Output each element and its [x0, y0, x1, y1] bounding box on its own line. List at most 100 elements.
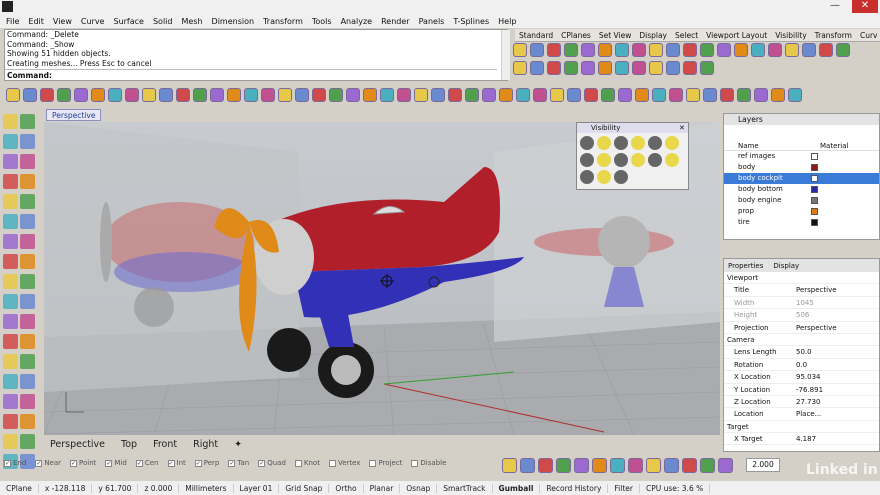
checkbox[interactable]: ✓ [35, 459, 43, 467]
toolbar-tool-icon[interactable] [666, 43, 680, 57]
checkbox[interactable]: ✓ [228, 459, 236, 467]
toolbar-tab-viewportlayout[interactable]: Viewport Layout [706, 31, 767, 40]
checkbox[interactable] [294, 459, 302, 467]
toolbar-tool-icon[interactable] [57, 87, 71, 102]
layer-row[interactable]: tire [724, 217, 879, 228]
toolbar-tab-visibility[interactable]: Visibility [775, 31, 806, 40]
menu-item-analyze[interactable]: Analyze [341, 17, 373, 26]
left-tool-icon[interactable] [20, 274, 35, 289]
toolbar-tool-icon[interactable] [632, 43, 646, 57]
osnap-disable[interactable]: Disable [411, 459, 446, 467]
toolbar-tool-icon[interactable] [547, 61, 561, 75]
toolbar-tool-icon[interactable] [227, 87, 241, 102]
layer-color-swatch[interactable] [811, 175, 818, 182]
toolbar-tool-icon[interactable] [530, 61, 544, 75]
visibility-panel-title[interactable]: Visibility [577, 123, 688, 133]
osnap-point[interactable]: ✓ Point [70, 459, 96, 467]
osnap-toggle[interactable]: Osnap [400, 483, 438, 493]
viewport-title-label[interactable]: Perspective [46, 109, 102, 121]
property-value[interactable]: 1045 [794, 297, 862, 309]
toolbar-tool-icon[interactable] [734, 43, 748, 57]
toolbar-tool-icon[interactable] [720, 87, 734, 102]
left-tool-icon[interactable] [20, 114, 35, 129]
left-tool-icon[interactable] [3, 354, 18, 369]
layers-col-name[interactable]: Name [738, 141, 759, 151]
toolbar-tool-icon[interactable] [785, 43, 799, 57]
toolbar-tool-icon[interactable] [592, 457, 607, 473]
toolbar-tab-standard[interactable]: Standard [519, 31, 553, 40]
toolbar-tool-icon[interactable] [329, 87, 343, 102]
left-tool-icon[interactable] [3, 194, 18, 209]
command-scrollbar[interactable] [501, 30, 510, 80]
toolbar-tool-icon[interactable] [598, 43, 612, 57]
toolbar-tool-icon[interactable] [513, 43, 527, 57]
menu-item-file[interactable]: File [6, 17, 19, 26]
toolbar-tool-icon[interactable] [538, 457, 553, 473]
left-tool-icon[interactable] [20, 254, 35, 269]
osnap-near[interactable]: ✓ Near [35, 459, 61, 467]
property-value[interactable]: 0.0 [794, 359, 862, 371]
toolbar-tool-icon[interactable] [278, 87, 292, 102]
left-tool-icon[interactable] [20, 134, 35, 149]
toolbar-tool-icon[interactable] [581, 61, 595, 75]
toolbar-tool-icon[interactable] [718, 457, 733, 473]
toolbar-tool-icon[interactable] [564, 43, 578, 57]
toolbar-tool-icon[interactable] [499, 87, 513, 102]
visibility-tool-icon[interactable] [648, 136, 662, 150]
toolbar-tool-icon[interactable] [751, 43, 765, 57]
toolbar-tab-cplanes[interactable]: CPlanes [561, 31, 591, 40]
checkbox[interactable] [369, 459, 377, 467]
menu-item-tools[interactable]: Tools [312, 17, 332, 26]
toolbar-tool-icon[interactable] [615, 61, 629, 75]
toolbar-tool-icon[interactable] [564, 61, 578, 75]
toolbar-tool-icon[interactable] [584, 87, 598, 102]
visibility-tool-icon[interactable] [580, 136, 594, 150]
toolbar-tool-icon[interactable] [700, 61, 714, 75]
left-tool-icon[interactable] [20, 154, 35, 169]
left-tool-icon[interactable] [20, 434, 35, 449]
toolbar-tool-icon[interactable] [482, 87, 496, 102]
visibility-tool-icon[interactable] [597, 153, 611, 167]
toolbar-tool-icon[interactable] [142, 87, 156, 102]
visibility-tool-icon[interactable] [665, 136, 679, 150]
toolbar-tool-icon[interactable] [295, 87, 309, 102]
toolbar-tool-icon[interactable] [159, 87, 173, 102]
menu-item-edit[interactable]: Edit [28, 17, 44, 26]
zoom-value-field[interactable]: 2.000 [746, 458, 780, 472]
menu-item-surface[interactable]: Surface [113, 17, 143, 26]
layer-row[interactable]: ref images [724, 151, 879, 162]
left-tool-icon[interactable] [3, 314, 18, 329]
visibility-tool-icon[interactable] [580, 153, 594, 167]
property-value[interactable]: 27.730 [794, 396, 862, 408]
left-tool-icon[interactable] [3, 214, 18, 229]
left-tool-icon[interactable] [3, 334, 18, 349]
toolbar-tool-icon[interactable] [666, 61, 680, 75]
visibility-tool-icon[interactable] [631, 136, 645, 150]
osnap-int[interactable]: ✓ Int [167, 459, 186, 467]
viewport-tab-perspective[interactable]: Perspective [50, 439, 105, 450]
toolbar-tool-icon[interactable] [530, 43, 544, 57]
osnap-project[interactable]: Project [369, 459, 402, 467]
left-tool-icon[interactable] [20, 314, 35, 329]
toolbar-tab-transform[interactable]: Transform [815, 31, 852, 40]
property-value[interactable]: -76.891 [794, 384, 862, 396]
minimize-button[interactable]: — [826, 0, 844, 13]
visibility-tool-icon[interactable] [597, 136, 611, 150]
toolbar-tool-icon[interactable] [91, 87, 105, 102]
menu-item-transform[interactable]: Transform [263, 17, 303, 26]
visibility-tool-icon[interactable] [614, 136, 628, 150]
property-value[interactable]: 4.187 [794, 433, 862, 445]
cplane-label[interactable]: CPlane [0, 483, 39, 493]
toolbar-tool-icon[interactable] [669, 87, 683, 102]
toolbar-tool-icon[interactable] [646, 457, 661, 473]
toolbar-tool-icon[interactable] [754, 87, 768, 102]
menu-item-help[interactable]: Help [498, 17, 516, 26]
layer-row[interactable]: body bottom [724, 184, 879, 195]
left-tool-icon[interactable] [20, 214, 35, 229]
toolbar-tool-icon[interactable] [788, 87, 802, 102]
osnap-cen[interactable]: ✓ Cen [135, 459, 159, 467]
toolbar-tool-icon[interactable] [125, 87, 139, 102]
toolbar-tool-icon[interactable] [547, 43, 561, 57]
left-tool-icon[interactable] [3, 154, 18, 169]
toolbar-tool-icon[interactable] [108, 87, 122, 102]
